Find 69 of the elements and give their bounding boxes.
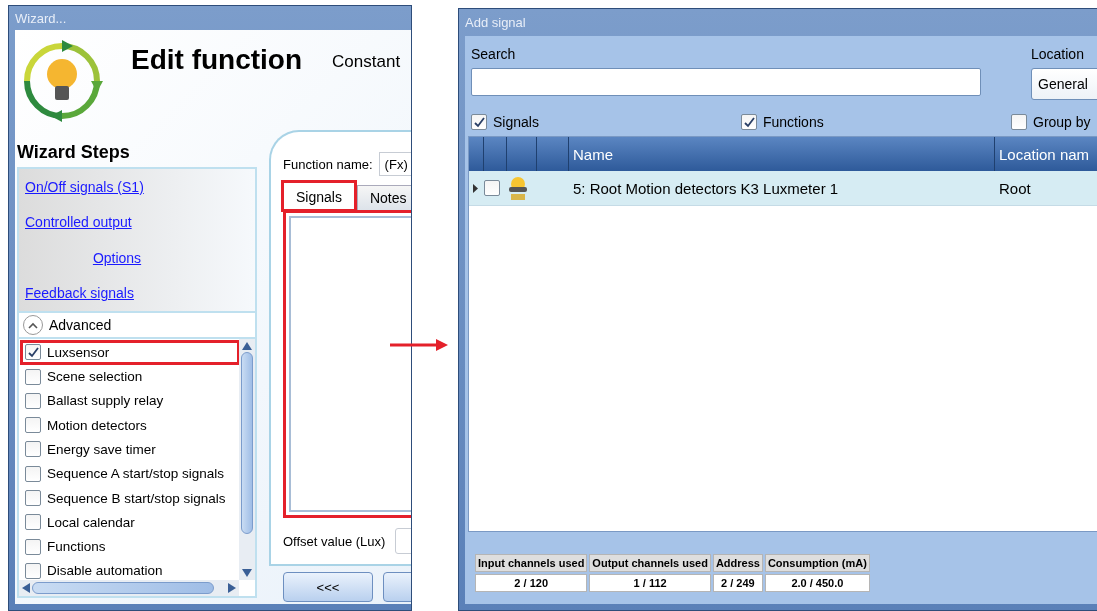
scroll-up-icon[interactable] (242, 342, 252, 350)
scroll-down-icon[interactable] (242, 569, 252, 577)
option-row[interactable]: Ballast supply relay (21, 389, 239, 413)
field-label: Function name: (283, 156, 373, 172)
checkbox[interactable] (25, 392, 41, 409)
option-row[interactable]: Energy save timer (21, 438, 239, 461)
option-row[interactable]: Scene selection (21, 365, 239, 388)
field-label: Offset value (Lux) (283, 533, 386, 549)
function-type-text: Constant (332, 52, 401, 72)
step-link[interactable]: Feedback signals (25, 285, 134, 302)
checkbox[interactable] (25, 417, 41, 434)
back-button[interactable]: <<< (283, 572, 373, 602)
checkbox-label: Signals (493, 114, 539, 130)
stat-value: 2 / 120 (475, 574, 588, 592)
stat-label: Output channels used (589, 554, 711, 572)
vertical-scrollbar[interactable] (239, 339, 255, 580)
option-row[interactable]: Local calendar (21, 511, 239, 534)
steps-heading: Wizard Steps (17, 142, 131, 163)
checkbox-label: Functions (763, 114, 824, 130)
window-title: Add signal (465, 15, 526, 30)
field-label: Location (1031, 46, 1085, 62)
stat-label: Address (712, 554, 763, 572)
checkbox[interactable] (25, 368, 41, 385)
checkbox[interactable] (484, 180, 500, 196)
checkbox[interactable] (25, 538, 41, 555)
table-row[interactable]: 5: Root Motion detectors K3 Luxmeter 1 Root (469, 171, 1097, 206)
horizontal-scrollbar[interactable] (19, 580, 239, 596)
scroll-left-icon[interactable] (22, 583, 30, 593)
search-field[interactable] (471, 68, 981, 96)
table-cell-text: Root (998, 179, 1032, 197)
function-name-field[interactable]: (Fx) (378, 152, 411, 176)
stat-label: Input channels used (475, 554, 588, 572)
table-cell-text: 5: Root Motion detectors K3 Luxmeter 1 (572, 179, 840, 197)
step-link[interactable]: Options (92, 249, 142, 266)
checkbox[interactable] (1011, 114, 1027, 130)
option-row[interactable]: Sequence B start/stop signals (21, 486, 239, 510)
tab[interactable]: Notes (356, 185, 411, 210)
arrow-drawing (388, 338, 450, 352)
scroll-right-icon[interactable] (228, 583, 236, 593)
location-dropdown[interactable]: General (1031, 68, 1097, 100)
stat-value: 2.0 / 450.0 (764, 574, 870, 592)
stat-value: 1 / 112 (589, 574, 711, 592)
checkbox[interactable] (25, 562, 41, 579)
option-row[interactable]: Functions (21, 535, 239, 558)
checkbox-label: Group by (1033, 114, 1091, 130)
checkbox[interactable] (741, 114, 757, 130)
section-label: Advanced (49, 317, 112, 333)
light-sensor-icon (507, 175, 529, 201)
stat-label: Consumption (mA) (764, 554, 870, 572)
option-row[interactable]: Motion detectors (21, 413, 239, 437)
step-link[interactable]: On/Off signals (S1) (25, 178, 144, 195)
step-link[interactable]: Controlled output (25, 214, 132, 231)
checkbox[interactable] (471, 114, 487, 130)
checkbox[interactable] (25, 344, 41, 361)
checkbox[interactable] (25, 514, 41, 531)
checkbox[interactable] (25, 465, 41, 482)
option-row[interactable]: Sequence A start/stop signals (21, 462, 239, 485)
checkbox[interactable] (25, 490, 41, 507)
highlighted-option-row[interactable]: Luxsensor (21, 341, 239, 364)
row-pointer-icon (473, 183, 478, 193)
window-title: Wizard... (15, 10, 67, 26)
stat-value: 2 / 249 (712, 574, 763, 592)
checkbox[interactable] (25, 441, 41, 458)
option-row[interactable]: Disable automation (21, 559, 239, 580)
tab[interactable]: Signals (283, 182, 355, 210)
page-heading: Edit function (131, 44, 303, 76)
collapse-button[interactable] (23, 315, 43, 335)
field-label: Search (471, 46, 517, 62)
chevron-up-icon (28, 321, 38, 329)
